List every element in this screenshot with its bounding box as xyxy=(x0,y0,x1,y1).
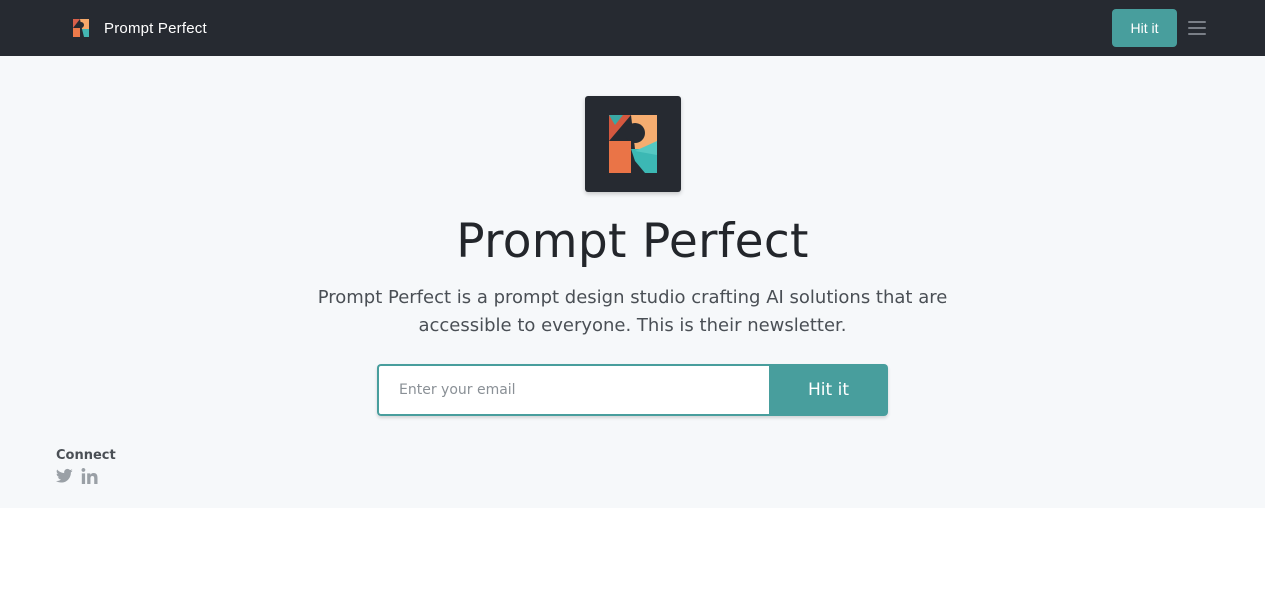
brand-name: Prompt Perfect xyxy=(104,19,207,37)
connect-heading: Connect xyxy=(56,448,116,463)
linkedin-icon[interactable] xyxy=(81,468,98,484)
top-navbar: Prompt Perfect Hit it xyxy=(0,0,1265,56)
prompt-perfect-logo-icon xyxy=(609,115,657,173)
nav-hit-it-button[interactable]: Hit it xyxy=(1112,9,1177,47)
social-links xyxy=(56,468,98,484)
twitter-icon[interactable] xyxy=(56,468,73,484)
newsletter-signup-form: Hit it xyxy=(377,364,888,416)
prompt-perfect-logo-icon xyxy=(70,16,92,40)
brand-link[interactable]: Prompt Perfect xyxy=(70,16,207,40)
email-input[interactable] xyxy=(377,364,769,416)
subscribe-button[interactable]: Hit it xyxy=(769,364,888,416)
page-title: Prompt Perfect xyxy=(456,214,809,269)
hero-logo xyxy=(585,96,681,192)
main-content: Prompt Perfect Prompt Perfect is a promp… xyxy=(0,56,1265,508)
page-description: Prompt Perfect is a prompt design studio… xyxy=(317,287,948,336)
hamburger-menu-icon[interactable] xyxy=(1188,19,1206,37)
